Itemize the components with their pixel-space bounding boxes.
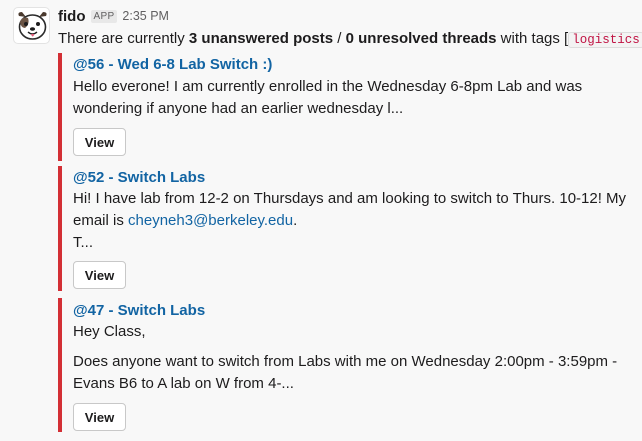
post-attachment-56: @56 - Wed 6-8 Lab Switch :) Hello everon… [58, 53, 638, 161]
email-link[interactable]: cheyneh3@berkeley.edu [128, 212, 293, 229]
username[interactable]: fido [58, 8, 86, 25]
tag-logistics: logistics [568, 32, 642, 48]
post-title-link[interactable]: @56 - Wed 6-8 Lab Switch :) [73, 56, 272, 73]
view-button[interactable]: View [73, 128, 126, 156]
message-header: fido APP 2:35 PM [58, 6, 169, 26]
summary-prefix: There are currently [58, 30, 189, 47]
post-body-line: Does anyone want to switch from Labs wit… [73, 353, 618, 370]
post-body: Hello everone! I am currently enrolled i… [73, 76, 633, 120]
summary-tags-text: with tags [ [496, 30, 569, 47]
unanswered-count: 3 unanswered posts [188, 30, 334, 47]
summary-text: There are currently 3 unanswered posts /… [58, 29, 642, 50]
post-body-line: Hello everone! I am currently enrolled i… [73, 78, 583, 95]
post-body-line: Hey Class, [73, 323, 146, 340]
post-body-text: email is [73, 212, 129, 229]
post-body-line: Hi! I have lab from 12-2 on Thursdays an… [73, 190, 627, 207]
app-badge: APP [90, 9, 118, 23]
view-button[interactable]: View [73, 261, 126, 289]
dog-avatar-icon [18, 12, 47, 40]
post-body-text: . [293, 212, 298, 229]
post-title-link[interactable]: @47 - Switch Labs [73, 302, 205, 319]
post-title-link[interactable]: @52 - Switch Labs [73, 169, 205, 186]
post-body-line: T... [73, 234, 94, 251]
post-body-line: email is cheyneh3@berkeley.edu. [73, 210, 633, 232]
post-body-line: wondering if anyone had an earlier wedne… [73, 100, 404, 117]
post-attachment-47: @47 - Switch Labs Hey Class, Does anyone… [58, 298, 638, 432]
post-body-line: Evans B6 to A lab on W from 4-... [73, 375, 294, 392]
summary-separator: / [333, 30, 346, 47]
unresolved-count: 0 unresolved threads [345, 30, 497, 47]
post-body: Hey Class, Does anyone want to switch fr… [73, 321, 633, 395]
timestamp[interactable]: 2:35 PM [122, 9, 169, 23]
view-button[interactable]: View [73, 403, 126, 431]
bot-avatar[interactable] [13, 7, 50, 44]
post-attachment-52: @52 - Switch Labs Hi! I have lab from 12… [58, 166, 638, 291]
post-body: Hi! I have lab from 12-2 on Thursdays an… [73, 188, 633, 254]
